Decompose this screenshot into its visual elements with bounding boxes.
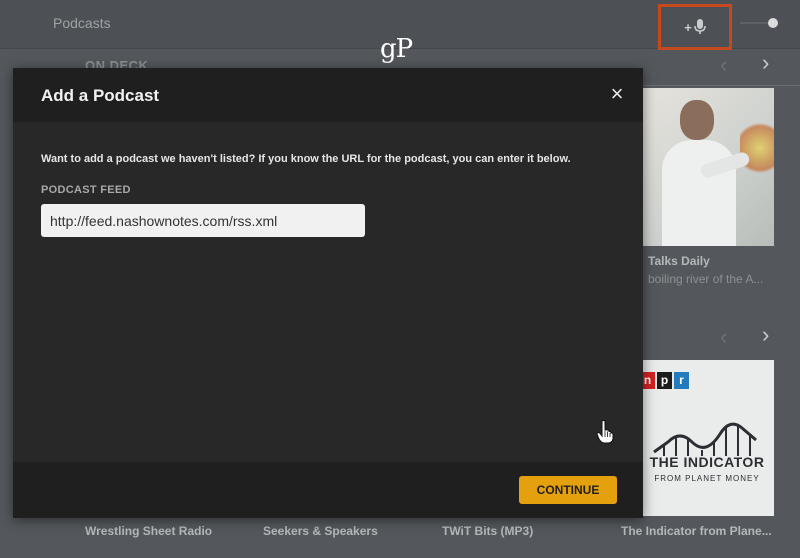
continue-button[interactable]: CONTINUE <box>519 476 617 504</box>
podcast-card-title[interactable]: The Indicator from Plane... <box>621 524 772 538</box>
chevron-left-icon[interactable]: ‹ <box>720 52 727 78</box>
podcast-card-subtitle: boiling river of the A... <box>648 272 764 286</box>
dialog-title: Add a Podcast <box>41 86 160 105</box>
page-title: Podcasts <box>53 15 111 31</box>
podcast-feed-label: PODCAST FEED <box>41 184 131 196</box>
plus-icon: + <box>684 19 692 35</box>
add-podcast-button[interactable]: + <box>658 4 732 50</box>
podcast-card-title[interactable]: Wrestling Sheet Radio <box>85 524 212 538</box>
npr-logo: n p r <box>640 372 689 389</box>
size-slider-handle[interactable] <box>768 18 778 28</box>
roller-coaster-icon <box>653 422 757 456</box>
watermark-logo: gP <box>380 34 413 64</box>
dialog-description: Want to add a podcast we haven't listed?… <box>41 153 571 165</box>
podcast-card-title[interactable]: Seekers & Speakers <box>263 524 378 538</box>
podcast-feed-input[interactable] <box>41 204 365 237</box>
dialog-header: Add a Podcast × <box>13 68 643 122</box>
dialog-footer: CONTINUE <box>13 462 643 518</box>
close-icon[interactable]: × <box>605 82 629 106</box>
podcast-artwork-indicator[interactable]: n p r THE INDICATOR FROM PLANET MONEY <box>640 360 774 516</box>
chevron-right-icon[interactable]: › <box>762 322 769 348</box>
podcast-card-title[interactable]: Talks Daily <box>648 254 710 268</box>
size-slider-track[interactable] <box>740 22 768 24</box>
chevron-right-icon[interactable]: › <box>762 50 769 76</box>
podcast-card-title[interactable]: TWiT Bits (MP3) <box>442 524 533 538</box>
divider <box>640 85 800 86</box>
chevron-left-icon[interactable]: ‹ <box>720 324 727 350</box>
microphone-icon <box>694 19 706 34</box>
hand-cursor-icon <box>596 420 614 444</box>
podcast-artwork-ted[interactable] <box>640 88 774 246</box>
add-podcast-dialog: Add a Podcast × Want to add a podcast we… <box>13 68 643 518</box>
